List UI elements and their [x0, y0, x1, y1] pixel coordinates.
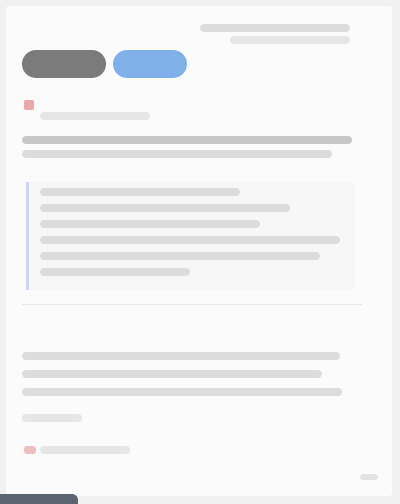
more-options-icon[interactable] — [360, 474, 378, 480]
quote-text-line — [40, 204, 290, 212]
bottom-tab[interactable] — [0, 494, 78, 504]
paragraph-text-line — [22, 370, 322, 378]
paragraph-text-line — [22, 388, 342, 396]
quote-text-line — [40, 236, 340, 244]
divider — [22, 304, 362, 305]
meta-text-line — [40, 112, 150, 120]
link-text[interactable] — [22, 414, 82, 422]
marker-icon — [24, 446, 36, 454]
footer-text-line — [40, 446, 130, 454]
primary-action-button[interactable] — [22, 50, 106, 78]
accent-action-button[interactable] — [113, 50, 187, 78]
paragraph-text-line — [22, 352, 340, 360]
quote-text-line — [40, 268, 190, 276]
body-text-line — [22, 150, 332, 158]
header-text-line — [230, 36, 350, 44]
body-text-line — [22, 136, 352, 144]
quote-text-line — [40, 252, 320, 260]
flag-icon — [24, 100, 34, 110]
quote-text-line — [40, 220, 260, 228]
header-text-line — [200, 24, 350, 32]
quote-text-line — [40, 188, 240, 196]
